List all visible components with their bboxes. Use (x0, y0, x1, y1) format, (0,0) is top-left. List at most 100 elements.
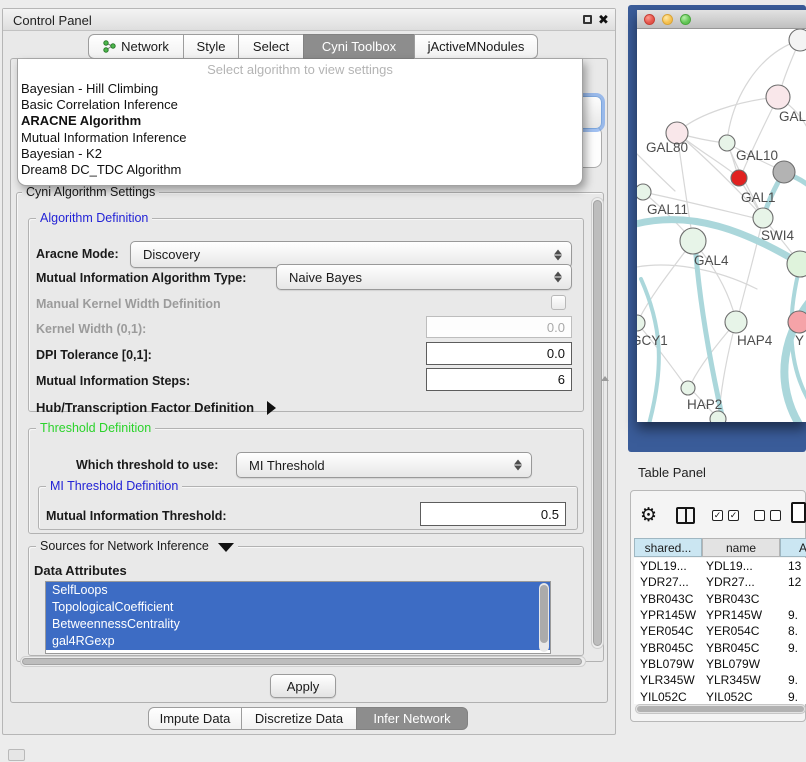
tab-label: Infer Network (373, 711, 450, 726)
network-node-label: GAL1 (741, 190, 776, 205)
dropdown-item[interactable]: Basic Correlation Inference (20, 97, 580, 113)
list-item[interactable]: SelfLoops (46, 582, 550, 599)
column-header-partial[interactable]: A (780, 538, 806, 557)
column-header-shared[interactable]: shared... (634, 538, 702, 557)
mi-type-combobox[interactable]: Naive Bayes (276, 264, 572, 290)
algorithm-dropdown: Select algorithm to view settings Bayesi… (17, 59, 583, 186)
table-body: YDL19...YDL19...13YDR27...YDR27...12YBR0… (634, 558, 806, 704)
network-icon (103, 40, 116, 53)
settings-vertical-scrollbar-thumb[interactable] (593, 200, 602, 646)
manual-kernel-checkbox[interactable] (551, 295, 566, 310)
tab-infer-network[interactable]: Infer Network (356, 707, 468, 730)
network-node[interactable] (753, 208, 773, 228)
network-node[interactable] (725, 311, 747, 333)
tab-discretize-data[interactable]: Discretize Data (241, 707, 357, 730)
table-cell: YDL19... (702, 559, 780, 573)
apply-label: Apply (287, 679, 320, 694)
table-cell: YBL079W (702, 657, 780, 671)
tab-network[interactable]: Network (88, 34, 184, 59)
hub-definition-toggle[interactable]: Hub/Transcription Factor Definition (36, 400, 276, 415)
network-node[interactable] (681, 381, 695, 395)
network-node-label: GAL11 (647, 202, 688, 217)
table-row[interactable]: YBR045CYBR045C9. (634, 639, 806, 655)
dropdown-item[interactable]: Bayesian - Hill Climbing (20, 81, 580, 97)
settings-horizontal-scrollbar-thumb[interactable] (22, 658, 582, 665)
list-item[interactable]: gal4RGexp (46, 633, 550, 650)
zoom-traffic-light-icon[interactable] (680, 14, 691, 25)
tab-select[interactable]: Select (238, 34, 304, 59)
table-cell: YER054C (702, 624, 780, 638)
table-row[interactable]: YPR145WYPR145W9. (634, 607, 806, 623)
network-canvas[interactable]: GALGAL80GAL10GAL1GAL11SWI4GAL4GCY1HAP4YH… (637, 29, 806, 422)
mi-type-label: Mutual Information Algorithm Type: (36, 271, 246, 285)
mi-steps-input[interactable] (426, 368, 572, 391)
table-cell: YBR045C (634, 641, 702, 655)
combo-value: Discovery (143, 247, 200, 262)
network-node[interactable] (710, 411, 726, 422)
tab-jactivemnodules[interactable]: jActiveMNodules (414, 34, 538, 59)
network-node[interactable] (719, 135, 735, 151)
gear-icon[interactable]: ⚙ (640, 504, 657, 527)
sources-toggle[interactable]: Sources for Network Inference (36, 539, 238, 553)
list-scrollbar-thumb[interactable] (540, 585, 548, 643)
combo-value: Naive Bayes (289, 270, 362, 285)
column-header-name[interactable]: name (702, 538, 780, 557)
checked-checkbox-icon[interactable]: ✓ (728, 510, 739, 521)
unchecked-checkbox-icon[interactable] (770, 510, 781, 521)
network-node[interactable] (789, 29, 806, 51)
network-node[interactable] (766, 85, 790, 109)
close-traffic-light-icon[interactable] (644, 14, 655, 25)
network-node[interactable] (773, 161, 795, 183)
mi-threshold-input[interactable] (420, 502, 566, 526)
dropdown-item[interactable]: Dream8 DC_TDC Algorithm (20, 162, 580, 178)
network-node[interactable] (680, 228, 706, 254)
dpi-tolerance-label: DPI Tolerance [0,1]: (36, 348, 152, 362)
pane-splitter-caret-icon[interactable] (601, 376, 609, 381)
table-row[interactable]: YDR27...YDR27...12 (634, 574, 806, 590)
dropdown-item[interactable]: Bayesian - K2 (20, 146, 580, 162)
table-row[interactable]: YDL19...YDL19...13 (634, 558, 806, 574)
network-edge (639, 241, 693, 319)
network-node[interactable] (637, 184, 651, 200)
table-cell: YDR27... (634, 575, 702, 589)
group-title: Threshold Definition (36, 421, 155, 435)
apply-button[interactable]: Apply (270, 674, 336, 698)
network-node[interactable] (731, 170, 747, 186)
table-row[interactable]: YLR345WYLR345W9. (634, 672, 806, 688)
table-cell: YPR145W (634, 608, 702, 622)
dpi-tolerance-input[interactable] (426, 342, 572, 365)
table-row[interactable]: YBL079WYBL079W (634, 656, 806, 672)
dropdown-item[interactable]: ARACNE Algorithm (20, 113, 580, 129)
dropdown-item[interactable]: Mutual Information Inference (20, 130, 580, 146)
table-row[interactable]: YIL052CYIL052C9. (634, 688, 806, 704)
table-cell: YIL052C (634, 690, 702, 704)
table-cell: 9. (780, 673, 806, 687)
checked-checkbox-icon[interactable]: ✓ (712, 510, 723, 521)
which-threshold-combobox[interactable]: MI Threshold (236, 452, 532, 478)
close-icon[interactable]: ✖ (598, 12, 609, 28)
table-row[interactable]: YER054CYER054C8. (634, 623, 806, 639)
hub-definition-label: Hub/Transcription Factor Definition (36, 400, 254, 415)
unchecked-checkbox-icon[interactable] (754, 510, 765, 521)
table-row[interactable]: YBR043CYBR043C (634, 591, 806, 607)
document-icon[interactable] (791, 502, 806, 523)
tab-cyni-toolbox[interactable]: Cyni Toolbox (303, 34, 415, 59)
tab-style[interactable]: Style (183, 34, 239, 59)
tab-label: Impute Data (160, 711, 231, 726)
group-title: MI Threshold Definition (46, 479, 182, 493)
table-horizontal-scrollbar-thumb[interactable] (637, 706, 804, 712)
minimize-traffic-light-icon[interactable] (662, 14, 673, 25)
network-node-label: GAL (779, 109, 806, 124)
table-cell: YLR345W (634, 673, 702, 687)
float-window-icon[interactable] (583, 15, 592, 24)
split-columns-icon[interactable] (676, 507, 695, 524)
tab-impute-data[interactable]: Impute Data (148, 707, 242, 730)
network-node[interactable] (788, 311, 806, 333)
kernel-width-input[interactable] (426, 316, 572, 338)
network-node[interactable] (637, 315, 645, 331)
list-item[interactable]: TopologicalCoefficient (46, 599, 550, 616)
list-item[interactable]: BetweennessCentrality (46, 616, 550, 633)
tab-label: Discretize Data (255, 711, 343, 726)
spinner-arrows-icon (554, 271, 562, 284)
collapsed-panel-icon[interactable] (8, 749, 25, 761)
